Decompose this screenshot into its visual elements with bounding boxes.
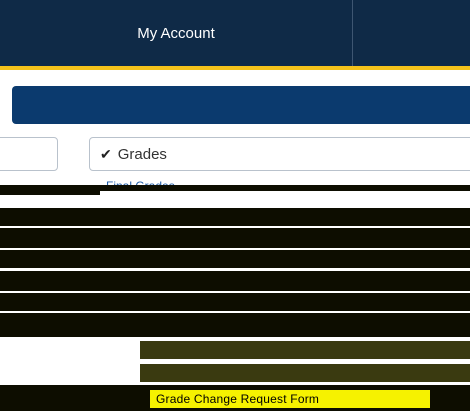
render-glitch-band [0, 271, 470, 291]
render-glitch-band [0, 228, 470, 248]
tab-my-account-label: My Account [137, 24, 215, 42]
render-glitch-band [0, 313, 470, 337]
menu-item-highlighted[interactable]: Grade Change Request Form [156, 392, 319, 406]
tab-next[interactable] [353, 0, 470, 66]
render-glitch-band [0, 293, 470, 311]
render-glitch-band [0, 191, 100, 195]
checkmark-icon: ✔ [100, 145, 112, 162]
grades-dropdown-label: Grades [117, 145, 167, 163]
page-banner [12, 86, 470, 124]
tab-my-account[interactable]: My Account [0, 0, 352, 66]
grades-dropdown[interactable]: ✔ Grades [89, 137, 470, 171]
left-select-box[interactable] [0, 137, 58, 171]
render-glitch-band [0, 250, 470, 268]
accent-bar [0, 66, 470, 70]
top-navigation-bar: My Account [0, 0, 470, 66]
render-glitch-band [140, 364, 470, 382]
render-glitch-band [0, 208, 470, 226]
render-glitch-band [140, 341, 470, 359]
